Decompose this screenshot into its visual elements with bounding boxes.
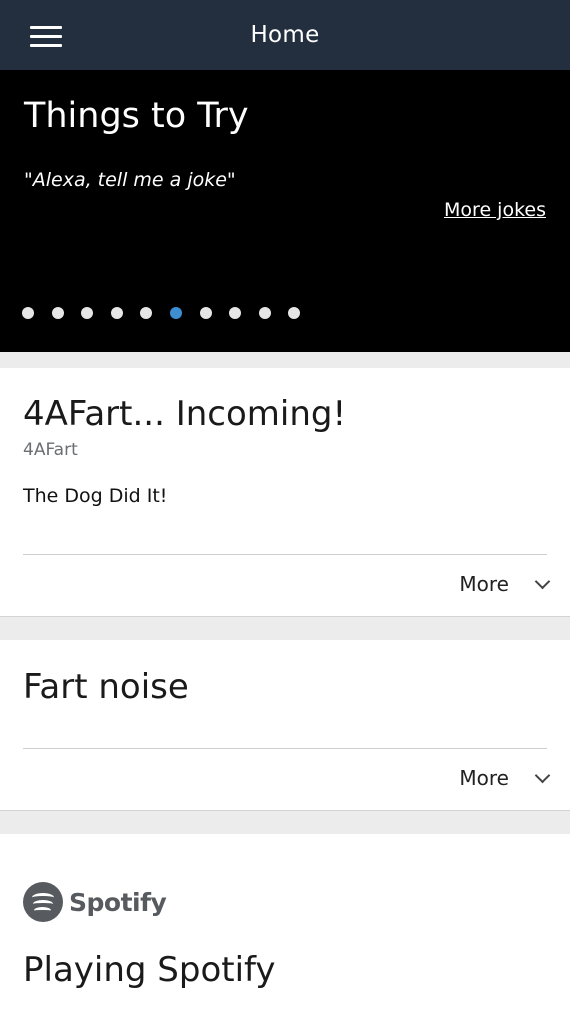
card-title: Fart noise bbox=[23, 667, 189, 707]
carousel-dot[interactable] bbox=[258, 307, 271, 319]
carousel-dot[interactable] bbox=[110, 307, 123, 319]
spotify-logo: Spotify bbox=[23, 882, 167, 922]
carousel-pagination bbox=[22, 304, 313, 319]
more-label: More bbox=[459, 766, 509, 790]
page-title: Home bbox=[250, 22, 320, 48]
more-jokes-link[interactable]: More jokes bbox=[444, 199, 546, 221]
more-button[interactable]: More bbox=[459, 766, 551, 790]
spotify-wordmark: Spotify bbox=[69, 887, 167, 917]
banner-quote: "Alexa, tell me a joke" bbox=[24, 169, 236, 191]
carousel-dot[interactable] bbox=[288, 307, 301, 319]
more-label: More bbox=[459, 572, 509, 596]
spotify-icon bbox=[23, 882, 63, 922]
chevron-down-icon bbox=[534, 767, 551, 783]
card-subtitle: 4AFart bbox=[23, 440, 78, 460]
card-divider bbox=[23, 554, 547, 555]
things-to-try-banner[interactable]: Things to Try "Alexa, tell me a joke" Mo… bbox=[0, 70, 570, 352]
card-body: The Dog Did It! bbox=[23, 485, 168, 507]
top-bar: Home bbox=[0, 0, 570, 70]
carousel-dot[interactable] bbox=[169, 307, 182, 319]
card-fart-noise[interactable]: Fart noise More bbox=[0, 640, 570, 811]
carousel-dot[interactable] bbox=[199, 307, 212, 319]
card-title: 4AFart... Incoming! bbox=[23, 394, 347, 434]
carousel-dot[interactable] bbox=[22, 307, 34, 319]
card-divider bbox=[23, 748, 547, 749]
card-4afart[interactable]: 4AFart... Incoming! 4AFart The Dog Did I… bbox=[0, 368, 570, 617]
more-button[interactable]: More bbox=[459, 572, 551, 596]
carousel-dot[interactable] bbox=[51, 307, 64, 319]
carousel-dot[interactable] bbox=[81, 307, 94, 319]
banner-title: Things to Try bbox=[24, 96, 249, 136]
card-spotify[interactable]: Spotify Playing Spotify bbox=[0, 834, 570, 1024]
card-title: Playing Spotify bbox=[23, 950, 276, 990]
carousel-dot[interactable] bbox=[229, 307, 242, 319]
carousel-dot[interactable] bbox=[140, 307, 153, 319]
chevron-down-icon bbox=[534, 573, 551, 589]
